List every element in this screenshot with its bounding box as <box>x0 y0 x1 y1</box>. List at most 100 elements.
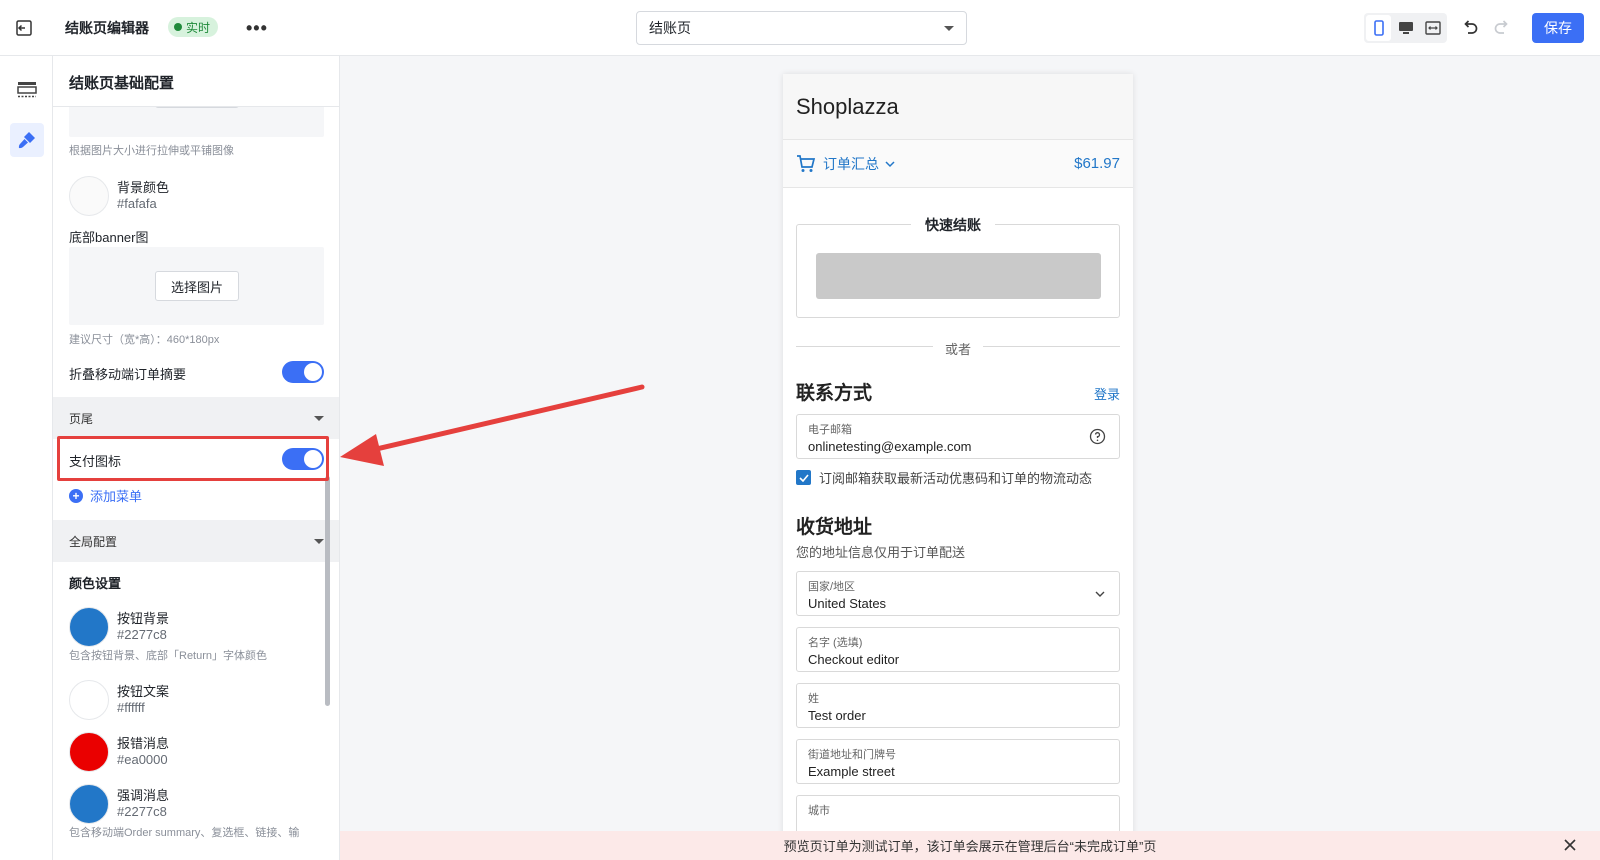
express-checkout-title: 快速结账 <box>911 215 995 235</box>
express-checkout-button[interactable] <box>816 253 1101 299</box>
section-footer-header[interactable]: 页尾 <box>53 397 339 439</box>
page-select-dropdown[interactable]: 结账页 <box>636 11 967 45</box>
accent-message-swatch[interactable] <box>69 784 109 824</box>
error-message-swatch[interactable] <box>69 732 109 772</box>
street-address-value: Example street <box>808 764 895 779</box>
close-icon[interactable] <box>1562 837 1578 853</box>
last-name-value: Test order <box>808 708 866 723</box>
banner-size-hint: 建议尺寸（宽*高）：460*180px <box>69 334 220 346</box>
store-name: Shoplazza <box>783 74 1133 140</box>
button-bg-hex: #2277c8 <box>117 627 167 642</box>
layout-sections-icon <box>17 82 37 98</box>
or-text: 或者 <box>945 342 972 357</box>
desktop-icon <box>1398 22 1413 34</box>
subscribe-checkbox[interactable] <box>796 470 811 485</box>
bg-image-hint: 根据图片大小进行拉伸或平铺图像 <box>69 145 234 157</box>
paint-brush-icon <box>18 132 35 149</box>
section-global-caret-icon <box>314 538 324 544</box>
button-bg-swatch[interactable] <box>69 607 109 647</box>
page-select-value: 结账页 <box>649 20 691 36</box>
chevron-down-icon <box>885 160 895 167</box>
add-menu-label: 添加菜单 <box>90 489 143 504</box>
divider-line <box>983 346 1120 347</box>
notice-text: 预览页订单为测试订单，该订单会展示在管理后台“未完成订单”页 <box>783 839 1157 854</box>
color-settings-heading: 颜色设置 <box>69 576 122 591</box>
toggle-knob <box>304 363 322 381</box>
section-footer-label: 页尾 <box>69 411 94 426</box>
exit-icon[interactable] <box>14 18 34 38</box>
shipping-subtitle: 您的地址信息仅用于订单配送 <box>796 545 966 560</box>
desktop-view-button[interactable] <box>1393 15 1418 41</box>
email-field-value: onlinetesting@example.com <box>808 439 972 454</box>
redo-icon[interactable] <box>1492 17 1512 37</box>
footer-banner-box: 选择图片 <box>69 247 324 325</box>
country-label: 国家/地区 <box>808 581 856 593</box>
checkout-preview: Shoplazza 订单汇总 $61.97 快速结账 或者 联系方式 登录 电子… <box>783 74 1133 844</box>
error-message-name: 报错消息 <box>117 736 170 751</box>
panel-scrollbar[interactable] <box>325 476 330 706</box>
bg-color-swatch[interactable] <box>69 176 109 216</box>
city-label: 城市 <box>808 805 830 817</box>
login-link[interactable]: 登录 <box>1094 384 1120 403</box>
check-icon <box>798 473 809 482</box>
mobile-view-button[interactable] <box>1366 15 1391 41</box>
subscribe-checkbox-row[interactable]: 订阅邮箱获取最新活动优惠码和订单的物流动态 <box>796 468 1092 487</box>
fullwidth-view-button[interactable] <box>1420 15 1445 41</box>
panel-title: 结账页基础配置 <box>53 56 339 107</box>
order-total: $61.97 <box>1074 155 1120 172</box>
live-status-badge: 实时 <box>168 17 219 37</box>
annotation-arrow-icon <box>340 384 645 466</box>
bg-color-name: 背景颜色 <box>117 180 170 195</box>
order-summary-label: 订单汇总 <box>823 155 879 172</box>
button-text-hex: #ffffff <box>117 700 145 715</box>
app-title: 结账页编辑器 <box>65 20 149 36</box>
subscribe-label: 订阅邮箱获取最新活动优惠码和订单的物流动态 <box>819 471 1093 486</box>
save-button[interactable]: 保存 <box>1532 13 1584 43</box>
chevron-down-icon <box>1095 591 1105 597</box>
accent-message-name: 强调消息 <box>117 788 170 803</box>
left-rail <box>0 56 53 860</box>
question-circle-icon[interactable] <box>1089 428 1106 445</box>
live-dot-icon <box>174 23 182 31</box>
order-summary-bar[interactable]: 订单汇总 $61.97 <box>783 140 1133 188</box>
error-message-hex: #ea0000 <box>117 752 168 767</box>
plus-circle-icon: + <box>69 488 83 503</box>
undo-icon[interactable] <box>1460 17 1480 37</box>
footer-banner-label: 底部banner图 <box>69 230 149 245</box>
last-name-field[interactable]: 姓 Test order <box>796 683 1120 728</box>
accent-message-hex: #2277c8 <box>117 804 167 819</box>
section-global-header[interactable]: 全局配置 <box>53 520 339 562</box>
button-bg-hint: 包含按钮背景、底部「Return」字体颜色 <box>69 650 268 662</box>
email-field-label: 电子邮箱 <box>808 424 852 436</box>
section-global-label: 全局配置 <box>69 534 118 549</box>
button-text-swatch[interactable] <box>69 680 109 720</box>
contact-heading: 联系方式 <box>796 383 873 404</box>
rail-theme-button[interactable] <box>10 123 44 157</box>
mobile-icon <box>1373 20 1384 36</box>
or-divider: 或者 <box>796 337 1120 357</box>
first-name-field[interactable]: 名字 (选填) Checkout editor <box>796 627 1120 672</box>
country-select[interactable]: 国家/地区 United States <box>796 571 1120 616</box>
button-text-name: 按钮文案 <box>117 684 170 699</box>
more-options-icon[interactable]: ••• <box>246 18 268 39</box>
accent-message-hint: 包含移动端Order summary、复选框、链接、输 <box>69 827 300 839</box>
rail-sections-button[interactable] <box>10 73 44 107</box>
express-checkout-box: 快速结账 <box>796 215 1120 318</box>
dropdown-caret-icon <box>944 25 954 31</box>
payment-icons-highlight-box <box>57 436 329 481</box>
street-address-label: 街道地址和门牌号 <box>808 749 896 761</box>
add-menu-link[interactable]: + 添加菜单 <box>69 486 142 505</box>
shipping-heading: 收货地址 <box>796 517 873 538</box>
last-name-label: 姓 <box>808 693 819 705</box>
section-footer-caret-icon <box>314 415 324 421</box>
collapse-mobile-summary-toggle[interactable] <box>282 361 324 383</box>
live-badge-label: 实时 <box>186 20 211 35</box>
email-field[interactable]: 电子邮箱 onlinetesting@example.com <box>796 414 1120 459</box>
street-address-field[interactable]: 街道地址和门牌号 Example street <box>796 739 1120 784</box>
choose-banner-image-button[interactable]: 选择图片 <box>155 271 239 301</box>
top-bar: 结账页编辑器 实时 ••• 结账页 保存 <box>0 0 1600 56</box>
divider-line <box>796 346 933 347</box>
button-bg-name: 按钮背景 <box>117 611 170 626</box>
cart-icon <box>797 154 816 172</box>
collapse-mobile-summary-label: 折叠移动端订单摘要 <box>69 367 187 382</box>
